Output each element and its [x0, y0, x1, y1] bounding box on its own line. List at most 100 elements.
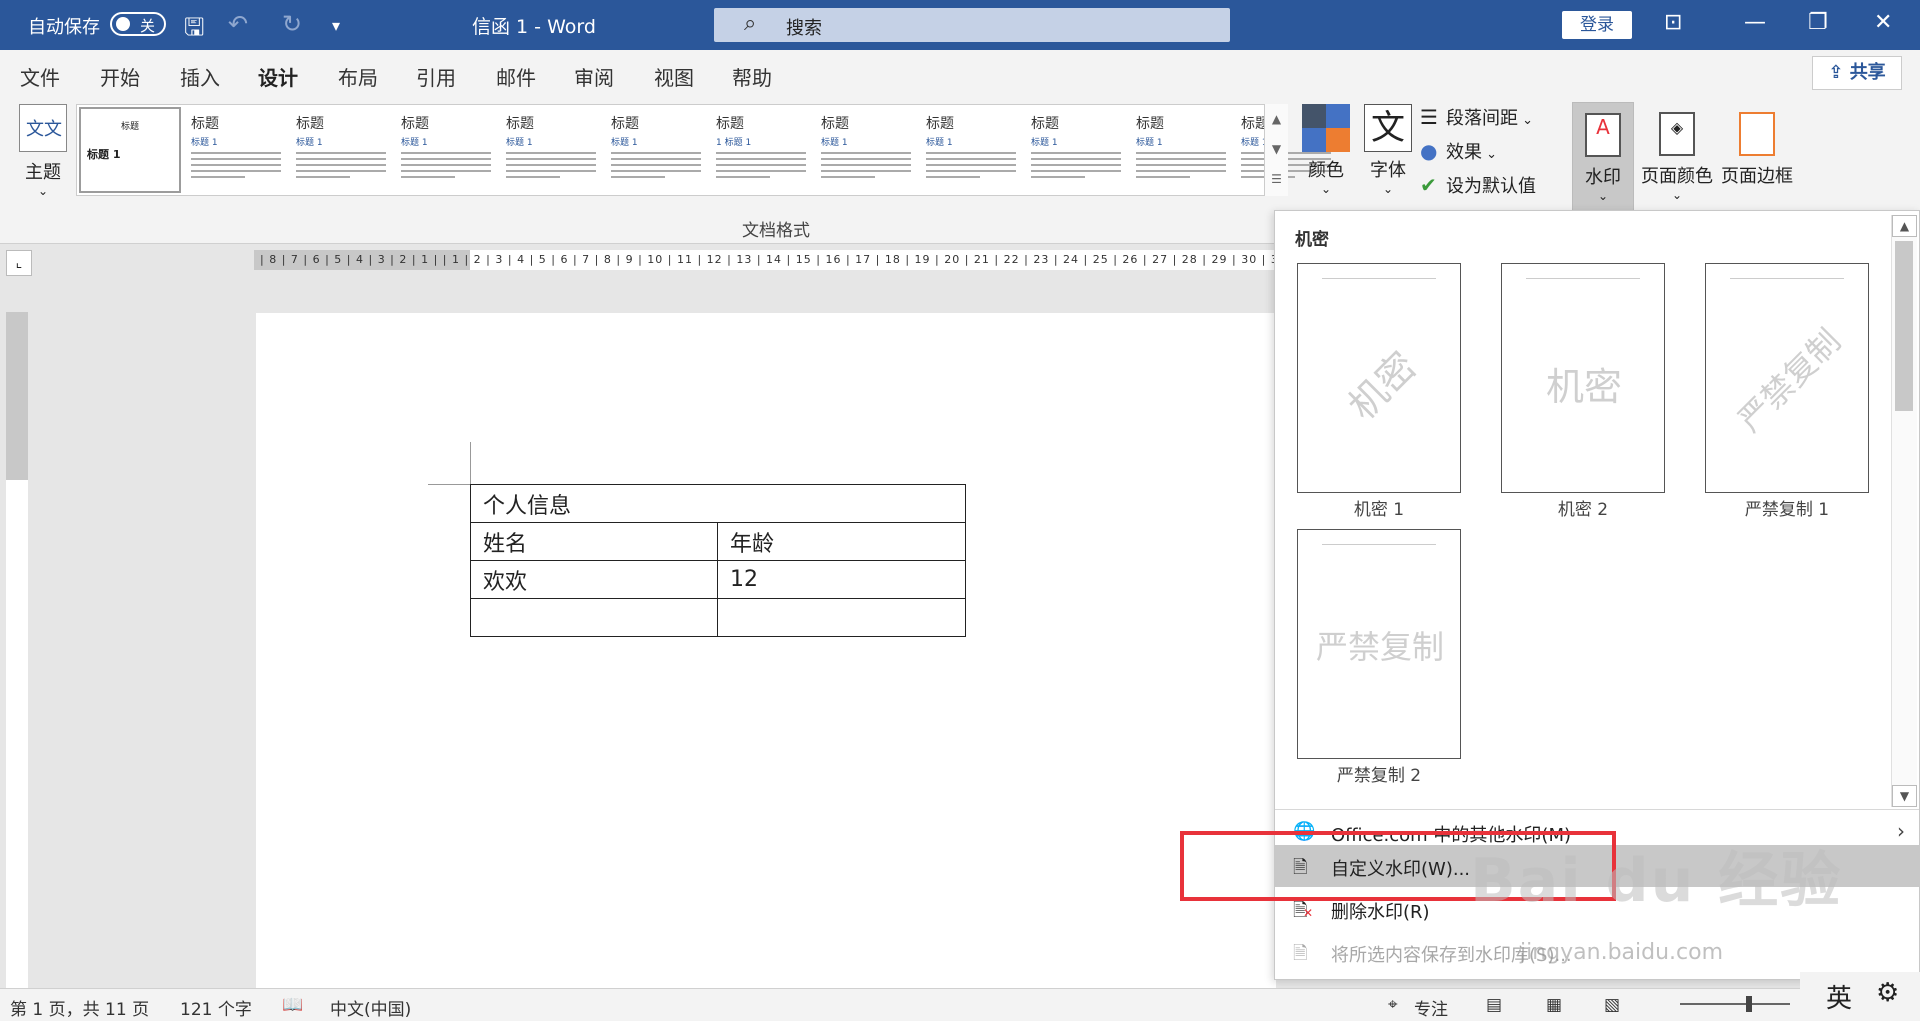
tab-mailings[interactable]: 邮件 [496, 62, 536, 91]
tab-references[interactable]: 引用 [416, 62, 456, 91]
style-set-item[interactable]: 标题 标题 1 [815, 107, 917, 193]
tab-design[interactable]: 设计 [258, 62, 298, 101]
ime-indicator[interactable]: 英 ⚙ [1800, 972, 1920, 1021]
watermark-thumbnail-do-not-copy-2[interactable]: 严禁复制 [1297, 529, 1461, 759]
table-cell[interactable]: 欢欢 [470, 560, 718, 599]
toggle-knob [116, 17, 130, 31]
search-input[interactable]: ⌕ 搜索 [714, 8, 1230, 42]
set-as-default-button[interactable]: ✔ 设为默认值 [1420, 172, 1536, 198]
close-icon[interactable]: ✕ [1874, 10, 1892, 35]
web-layout-icon[interactable]: ▧ [1604, 995, 1620, 1015]
style-set-sub: 标题 1 [191, 138, 218, 148]
redo-icon[interactable]: ↻ [282, 10, 302, 38]
effects-button[interactable]: ● 效果 ⌄ [1420, 138, 1497, 164]
style-set-item[interactable]: 标题 标题 1 [1130, 107, 1232, 193]
style-set-gallery: 标题 标题 1 标题 标题 1 标题 标题 1 标题 标题 1 标题 标题 1 标题 标题 1 标题… [76, 104, 1331, 196]
tab-insert[interactable]: 插入 [180, 62, 220, 91]
table-cell[interactable]: 个人信息 [470, 484, 966, 523]
customize-qat-icon[interactable]: ▾ [332, 16, 340, 35]
restore-icon[interactable]: ❐ [1808, 10, 1828, 35]
paragraph-spacing-label: 段落间距 [1446, 108, 1518, 129]
save-icon[interactable]: 🖫 [184, 10, 204, 51]
watermark-thumbnail-confidential-2[interactable]: 机密 [1501, 263, 1665, 493]
horizontal-ruler[interactable]: | 8 | 7 | 6 | 5 | 4 | 3 | 2 | 1 | | 1 | … [254, 250, 1274, 270]
style-set-title: 标题 [611, 116, 639, 132]
tab-layout[interactable]: 布局 [338, 62, 378, 91]
style-set-preview-lines [296, 152, 386, 178]
checkmark-icon: ✔ [1420, 173, 1437, 197]
style-set-sub: 标题 1 [87, 148, 121, 161]
gear-icon[interactable]: ⚙ [1876, 978, 1899, 1008]
login-button[interactable]: 登录 [1562, 11, 1632, 39]
tab-selector[interactable]: ⌞ [6, 250, 32, 276]
style-set-item[interactable]: 标题 标题 1 [1025, 107, 1127, 193]
table-cell[interactable]: 姓名 [470, 522, 718, 561]
style-set-item[interactable]: 标题标题 1 [185, 107, 287, 193]
focus-icon[interactable]: ⌖ [1388, 995, 1398, 1015]
ribbon-display-icon[interactable]: ⊡ [1664, 10, 1682, 35]
page-count[interactable]: 第 1 页，共 11 页 [10, 995, 149, 1020]
style-set-preview-lines [1136, 152, 1226, 178]
undo-icon[interactable]: ↶ [228, 10, 248, 38]
paragraph-spacing-button[interactable]: ☰ 段落间距 ⌄ [1420, 104, 1533, 130]
style-set-item[interactable]: 标题 标题 1 [290, 107, 392, 193]
style-set-item[interactable]: 标题 标题 1 [605, 107, 707, 193]
share-label: 共享 [1849, 62, 1886, 83]
fonts-button[interactable]: 文 字体 ⌄ [1360, 104, 1416, 196]
watermark-button[interactable]: A 水印 ⌄ [1572, 102, 1634, 212]
chevron-down-icon: ⌄ [1597, 189, 1609, 203]
style-set-title: 标题 [191, 116, 219, 132]
tab-review[interactable]: 审阅 [574, 62, 614, 91]
focus-label[interactable]: 专注 [1414, 995, 1448, 1020]
ime-mode[interactable]: 英 [1826, 978, 1852, 1015]
document-page[interactable] [256, 313, 1276, 1003]
language-indicator[interactable]: 中文(中国) [330, 995, 411, 1020]
style-set-item[interactable]: 标题 标题 1 [500, 107, 602, 193]
read-mode-icon[interactable]: ▤ [1486, 995, 1502, 1015]
style-set-item[interactable]: 标题 1 标题 1 [710, 107, 812, 193]
minimize-icon[interactable]: — [1744, 10, 1766, 35]
page-header-line [1322, 544, 1436, 545]
style-set-selected[interactable]: 标题 标题 1 [79, 107, 181, 193]
style-set-item[interactable]: 标题 标题 1 [920, 107, 1022, 193]
document-table[interactable]: 个人信息 姓名 年龄 欢欢 12 [470, 484, 966, 637]
table-cell[interactable]: 12 [717, 560, 966, 599]
themes-button[interactable]: 文文 主题 ⌄ [18, 104, 68, 198]
table-cell[interactable]: 年龄 [717, 522, 966, 561]
scroll-down-icon[interactable]: ▼ [1892, 785, 1917, 807]
gallery-more-icon[interactable]: ☰ [1265, 164, 1288, 194]
table-cell[interactable] [470, 598, 718, 637]
watermark-thumbnail-do-not-copy-1[interactable]: 严禁复制 [1705, 263, 1869, 493]
page-borders-button[interactable]: 页面边框 [1718, 102, 1796, 188]
page-borders-icon [1739, 112, 1775, 156]
zoom-slider-thumb[interactable] [1746, 996, 1752, 1012]
style-set-preview-lines [821, 152, 911, 178]
tab-view[interactable]: 视图 [654, 62, 694, 91]
themes-label: 主题 [25, 162, 61, 183]
watermark-thumbnail-confidential-1[interactable]: 机密 [1297, 263, 1461, 493]
scroll-up-icon[interactable]: ▲ [1892, 215, 1917, 237]
save-gallery-icon: 🗎 [1293, 943, 1308, 964]
baidu-watermark-url: jingyan.baidu.com [1520, 940, 1724, 965]
colors-button[interactable]: 颜色 ⌄ [1298, 104, 1354, 196]
table-cell[interactable] [717, 598, 966, 637]
scroll-thumb[interactable] [1895, 241, 1913, 411]
tab-help[interactable]: 帮助 [732, 62, 772, 91]
proofing-icon[interactable]: 📖 [282, 995, 303, 1015]
page-color-button[interactable]: ◈ 页面颜色 ⌄ [1640, 102, 1714, 202]
gallery-up-icon[interactable]: ▲ [1265, 104, 1288, 134]
vertical-ruler[interactable] [6, 312, 28, 988]
share-button[interactable]: ⇪ 共享 [1812, 56, 1902, 90]
autosave-label: 自动保存 [28, 17, 100, 38]
dropdown-scrollbar[interactable]: ▲ ▼ [1891, 215, 1917, 807]
style-set-item[interactable]: 标题 标题 1 [395, 107, 497, 193]
gallery-down-icon[interactable]: ▼ [1265, 134, 1288, 164]
style-set-preview-lines [1031, 152, 1121, 178]
gallery-scroll[interactable]: ▲ ▼ ☰ [1264, 104, 1288, 196]
word-count[interactable]: 121 个字 [180, 995, 252, 1020]
tab-home[interactable]: 开始 [100, 62, 140, 91]
autosave-toggle[interactable]: 关 [110, 12, 166, 36]
print-layout-icon[interactable]: ▦ [1546, 995, 1562, 1015]
tab-file[interactable]: 文件 [20, 62, 60, 91]
zoom-slider[interactable] [1680, 1003, 1790, 1005]
